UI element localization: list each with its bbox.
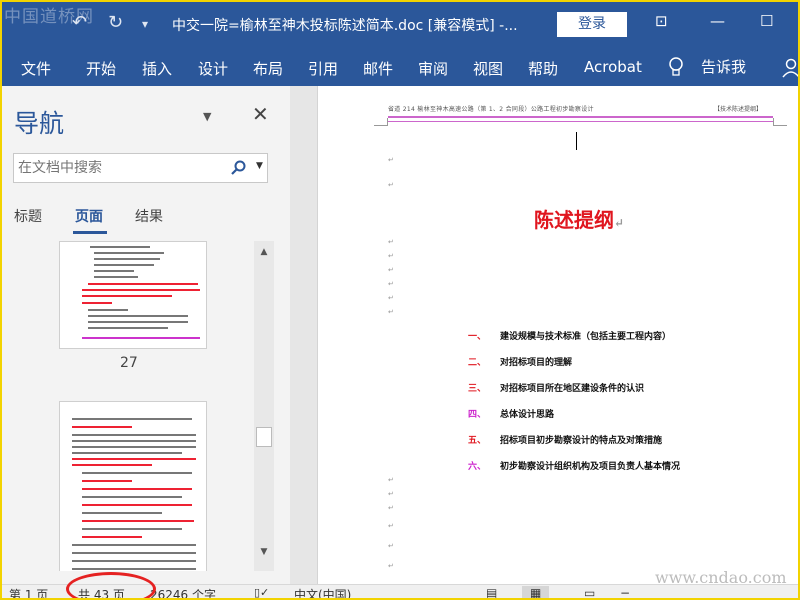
qat-customize-icon[interactable]: ▾: [142, 17, 148, 31]
scroll-down-icon[interactable]: ▼: [256, 543, 272, 561]
toc-item: 六、 初步勘察设计组织机构及项目负责人基本情况: [468, 462, 681, 472]
redo-icon[interactable]: ↻: [108, 12, 123, 33]
title-bar: 中国道桥网 ↶ ↻ ▾ 中交一院=榆林至神木投标陈述简本.doc [兼容模式] …: [0, 0, 800, 48]
document-page[interactable]: 省道 214 榆林至神木高速公路（第 1、2 合同段）公路工程初步勘察设计 【技…: [318, 86, 800, 584]
share-person-icon[interactable]: [782, 58, 800, 78]
header-rule-thin: [388, 121, 773, 122]
tab-results[interactable]: 结果: [135, 206, 163, 226]
nav-search-box[interactable]: ▼: [13, 153, 268, 183]
status-word-count[interactable]: 26246 个字: [150, 586, 216, 600]
status-language[interactable]: 中文(中国): [294, 586, 351, 600]
maximize-icon[interactable]: ☐: [760, 12, 773, 30]
watermark-bottom: www.cndao.com: [655, 568, 787, 587]
tab-references[interactable]: 引用: [308, 58, 338, 79]
pane-splitter[interactable]: [290, 86, 318, 584]
ribbon-tabs: 文件 开始 插入 设计 布局 引用 邮件 审阅 视图 帮助 Acrobat 告诉…: [0, 48, 800, 86]
status-page-number[interactable]: 第 1 页: [9, 586, 48, 600]
toc-item: 五、 招标项目初步勘察设计的特点及对策措施: [468, 436, 663, 446]
page-thumbnails: 27: [0, 241, 254, 571]
read-mode-icon[interactable]: ▤: [486, 586, 497, 600]
active-tab-indicator: [73, 231, 107, 234]
tell-me-box[interactable]: 告诉我: [701, 56, 746, 77]
tab-review[interactable]: 审阅: [418, 58, 448, 79]
toc-item: 三、 对招标项目所在地区建设条件的认识: [468, 384, 645, 394]
page-header-right: 【技术陈述提纲】: [714, 106, 763, 113]
zoom-out-icon[interactable]: −: [620, 586, 630, 600]
tab-file[interactable]: 文件: [21, 58, 51, 79]
ribbon-display-options-icon[interactable]: ⊡: [655, 12, 668, 30]
scrollbar-thumb[interactable]: [256, 427, 272, 447]
margin-corner-mark: [374, 118, 388, 126]
tab-layout[interactable]: 布局: [253, 58, 283, 79]
toc-item: 四、 总体设计思路: [468, 410, 555, 420]
tab-home[interactable]: 开始: [86, 58, 116, 79]
search-options-chevron-icon[interactable]: ▼: [256, 161, 263, 171]
toc-item: 一、 建设规模与技术标准（包括主要工程内容）: [468, 332, 672, 342]
page-thumbnail-27[interactable]: [59, 241, 207, 349]
thumbnail-scrollbar[interactable]: ▲ ▼: [254, 241, 274, 571]
tab-acrobat[interactable]: Acrobat: [584, 58, 642, 76]
tab-help[interactable]: 帮助: [528, 58, 558, 79]
nav-options-chevron-icon[interactable]: ▼: [203, 110, 211, 123]
lightbulb-icon: [669, 57, 683, 76]
page-thumbnail-28[interactable]: [59, 401, 207, 571]
close-icon[interactable]: ✕: [252, 102, 269, 126]
tab-view[interactable]: 视图: [473, 58, 503, 79]
nav-pane-title: 导航: [14, 109, 65, 138]
search-input[interactable]: [18, 160, 218, 176]
margin-corner-mark: [773, 118, 787, 126]
proofing-icon[interactable]: ▯✓: [254, 586, 269, 599]
tab-pages[interactable]: 页面: [75, 206, 103, 226]
tab-design[interactable]: 设计: [198, 58, 228, 79]
page-thumbnail-number: 27: [120, 355, 138, 371]
highlight-ellipse: [66, 572, 156, 600]
document-heading: 陈述提纲↵: [534, 208, 625, 232]
page-header-text: 省道 214 榆林至神木高速公路（第 1、2 合同段）公路工程初步勘察设计: [388, 106, 594, 113]
undo-icon[interactable]: ↶: [72, 12, 87, 33]
login-button[interactable]: 登录: [557, 12, 627, 37]
minimize-icon[interactable]: —: [710, 12, 725, 30]
scroll-up-icon[interactable]: ▲: [256, 243, 272, 261]
tab-mailings[interactable]: 邮件: [363, 58, 393, 79]
document-title: 中交一院=榆林至神木投标陈述简本.doc [兼容模式] -...: [172, 18, 518, 34]
toc-item: 二、 对招标项目的理解: [468, 358, 573, 368]
text-cursor: [576, 132, 577, 150]
print-layout-icon[interactable]: ▦: [522, 586, 550, 600]
tab-headings[interactable]: 标题: [14, 206, 42, 226]
header-rule: [388, 116, 773, 118]
search-icon[interactable]: [231, 160, 247, 176]
web-layout-icon[interactable]: ▭: [584, 586, 595, 600]
tab-insert[interactable]: 插入: [142, 58, 172, 79]
